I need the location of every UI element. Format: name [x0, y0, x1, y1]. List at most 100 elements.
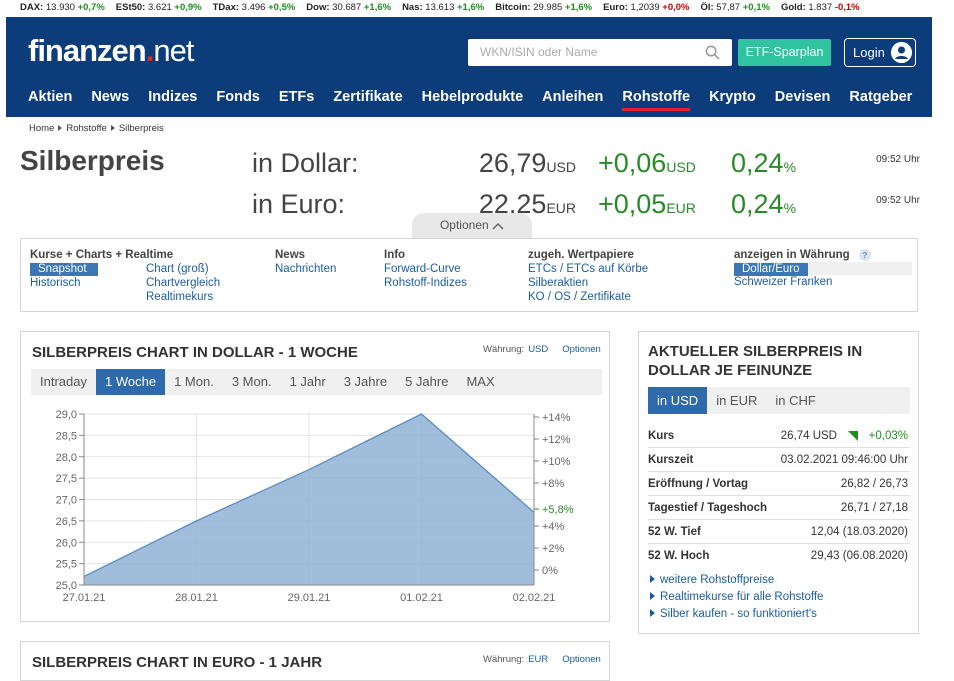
menu-col-wertpapiere: zugeh. Wertpapiere ETCs / ETCs auf Körbe… — [528, 248, 648, 304]
menu-heading: News — [275, 248, 336, 262]
menu-link-chartvergleich[interactable]: Chartvergleich — [146, 276, 220, 290]
tab-1-jahr[interactable]: 1 Jahr — [281, 369, 335, 395]
tab-3-mon-[interactable]: 3 Mon. — [223, 369, 281, 395]
menu-link-rohstoff-indizes[interactable]: Rohstoff-Indizes — [384, 276, 467, 290]
row-eroeffnung: Eröffnung / Vortag26,82 / 26,73 — [648, 472, 910, 496]
chart-box-title: SILBERPREIS CHART IN EURO - 1 JAHR — [32, 654, 322, 671]
ticker-item[interactable]: Euro: 1,2039 +0,0% — [603, 2, 689, 13]
site-logo[interactable]: finanzen.net — [28, 33, 193, 69]
ticker-item[interactable]: DAX: 13.930 +0,7% — [20, 2, 105, 13]
tab-intraday[interactable]: Intraday — [31, 369, 96, 395]
page-scrollbar[interactable] — [932, 17, 954, 665]
tab-3-jahre[interactable]: 3 Jahre — [335, 369, 396, 395]
etf-sparplan-button[interactable]: ETF-Sparplan — [738, 39, 831, 66]
chart-options-link[interactable]: Optionen — [562, 654, 601, 665]
nav-item-indizes[interactable]: Indizes — [148, 89, 197, 105]
price-time: 09:52 Uhr — [876, 195, 920, 206]
nav-item-krypto[interactable]: Krypto — [709, 89, 756, 105]
nav-item-anleihen[interactable]: Anleihen — [542, 89, 603, 105]
menu-link-chart-gross[interactable]: Chart (groß) — [146, 262, 220, 276]
site-header: finanzen.net WKN/ISIN oder Name ETF-Spar… — [6, 17, 933, 117]
arrow-right-icon — [650, 609, 655, 617]
menu-link-forward-curve[interactable]: Forward-Curve — [384, 262, 467, 276]
nav-item-fonds[interactable]: Fonds — [216, 89, 260, 105]
menu-heading: Info — [384, 248, 467, 262]
side-box-title: AKTUELLER SILBERPREIS IN DOLLAR JE FEINU… — [648, 342, 898, 380]
y-tick-label: 27,5 — [56, 473, 77, 485]
y2-current-label: +5,8% — [542, 504, 574, 516]
nav-item-aktien[interactable]: Aktien — [28, 89, 72, 105]
tab-in-usd[interactable]: in USD — [648, 387, 707, 414]
chart-options-link[interactable]: Optionen — [562, 344, 601, 355]
search-input[interactable]: WKN/ISIN oder Name — [468, 39, 732, 66]
optionen-toggle[interactable]: Optionen — [412, 213, 532, 238]
chart-range-tabs: Intraday1 Woche1 Mon.3 Mon.1 Jahr3 Jahre… — [31, 369, 602, 395]
help-icon[interactable]: ? — [859, 249, 871, 261]
link-silber-kaufen[interactable]: Silber kaufen - so funktioniert's — [650, 608, 817, 620]
y-tick-label: 29,0 — [56, 409, 77, 421]
currency-link[interactable]: USD — [528, 344, 548, 355]
page-title: Silberpreis — [20, 145, 165, 177]
ticker-item[interactable]: Gold: 1.837 -0,1% — [781, 2, 860, 13]
breadcrumb: HomeRohstoffeSilberpreis — [29, 123, 168, 134]
menu-link-snapshot[interactable]: Snapshot — [30, 263, 98, 276]
tab-1-woche[interactable]: 1 Woche — [96, 369, 165, 395]
nav-item-rohstoffe[interactable]: Rohstoffe — [622, 89, 690, 105]
chevron-right-icon — [58, 125, 62, 131]
tab-max[interactable]: MAX — [457, 369, 503, 395]
menu-link-nachrichten[interactable]: Nachrichten — [275, 262, 336, 276]
price-value: 26,79USD — [479, 148, 576, 179]
ticker-item[interactable]: Bitcoin: 29.985 +1,6% — [495, 2, 592, 13]
tab-in-eur[interactable]: in EUR — [707, 387, 766, 414]
nav-item-devisen[interactable]: Devisen — [775, 89, 831, 105]
market-ticker: DAX: 13.930 +0,7% ESt50: 3.621 +0,9% TDax:… — [0, 0, 954, 15]
breadcrumb-rohstoffe[interactable]: Rohstoffe — [66, 123, 107, 134]
ticker-item[interactable]: Nas: 13.613 +1,6% — [402, 2, 484, 13]
nav-item-hebelprodukte[interactable]: Hebelprodukte — [422, 89, 524, 105]
x-tick-label: 27.01.21 — [63, 592, 106, 604]
y-tick-label: 28,5 — [56, 430, 77, 442]
menu-link-silberaktien[interactable]: Silberaktien — [528, 276, 648, 290]
price-row-euro: in Euro: 22,25EUR +0,05EUR 0,24% 09:52 U… — [252, 189, 932, 225]
ticker-item[interactable]: Öl: 57,87 +0,1% — [700, 2, 769, 13]
y2-tick-label: +12% — [542, 434, 571, 446]
chart-box-dollar: SILBERPREIS CHART IN DOLLAR - 1 WOCHE Wä… — [20, 331, 610, 622]
y-tick-label: 26,5 — [56, 516, 77, 528]
ticker-item[interactable]: ESt50: 3.621 +0,9% — [116, 2, 202, 13]
nav-item-ratgeber[interactable]: Ratgeber — [849, 89, 912, 105]
tab-5-jahre[interactable]: 5 Jahre — [396, 369, 457, 395]
menu-col-info: Info Forward-Curve Rohstoff-Indizes — [384, 248, 467, 290]
nav-item-news[interactable]: News — [91, 89, 129, 105]
menu-link-realtimekurs[interactable]: Realtimekurs — [146, 290, 220, 304]
x-tick-label: 02.02.21 — [513, 592, 556, 604]
tab-1-mon-[interactable]: 1 Mon. — [165, 369, 223, 395]
nav-item-zertifikate[interactable]: Zertifikate — [333, 89, 402, 105]
ticker-item[interactable]: Dow: 30.687 +1,6% — [306, 2, 391, 13]
chart-currency: Währung:USDOptionen — [483, 344, 601, 355]
link-weitere-rohstoffpreise[interactable]: weitere Rohstoffpreise — [650, 574, 774, 586]
breadcrumb-home[interactable]: Home — [29, 123, 54, 134]
y-tick-label: 25,0 — [56, 580, 77, 592]
x-tick-label: 29.01.21 — [288, 592, 331, 604]
price-change: +0,06USD — [598, 148, 696, 179]
tab-in-chf[interactable]: in CHF — [766, 387, 824, 414]
menu-link-etcs[interactable]: ETCs / ETCs auf Körbe — [528, 262, 648, 276]
user-icon — [891, 42, 912, 63]
login-button[interactable]: Login — [844, 38, 916, 67]
silver-price-chart[interactable]: 29,028,528,027,527,026,526,025,525,027.0… — [21, 398, 609, 618]
nav-item-etfs[interactable]: ETFs — [279, 89, 314, 105]
y-tick-label: 27,0 — [56, 495, 77, 507]
chevron-up-icon — [492, 222, 504, 230]
chart-currency: Währung:EUROptionen — [483, 654, 601, 665]
menu-link-schweizer-franken[interactable]: Schweizer Franken — [734, 275, 912, 289]
link-realtimekurse[interactable]: Realtimekurse für alle Rohstoffe — [650, 591, 823, 603]
ticker-item[interactable]: TDax: 3.496 +0,5% — [213, 2, 296, 13]
menu-link-ko-os[interactable]: KO / OS / Zertifikate — [528, 290, 648, 304]
main-nav: Aktien News Indizes Fonds ETFs Zertifikate Heb… — [28, 89, 931, 105]
price-change-percent: 0,24% — [731, 148, 796, 179]
currency-tabs: in USDin EURin CHF — [648, 387, 910, 414]
currency-link[interactable]: EUR — [528, 654, 548, 665]
options-menu: Kurse + Charts + Realtime Snapshot Histo… — [20, 238, 918, 312]
chevron-right-icon — [111, 125, 115, 131]
search-icon[interactable] — [705, 45, 720, 60]
